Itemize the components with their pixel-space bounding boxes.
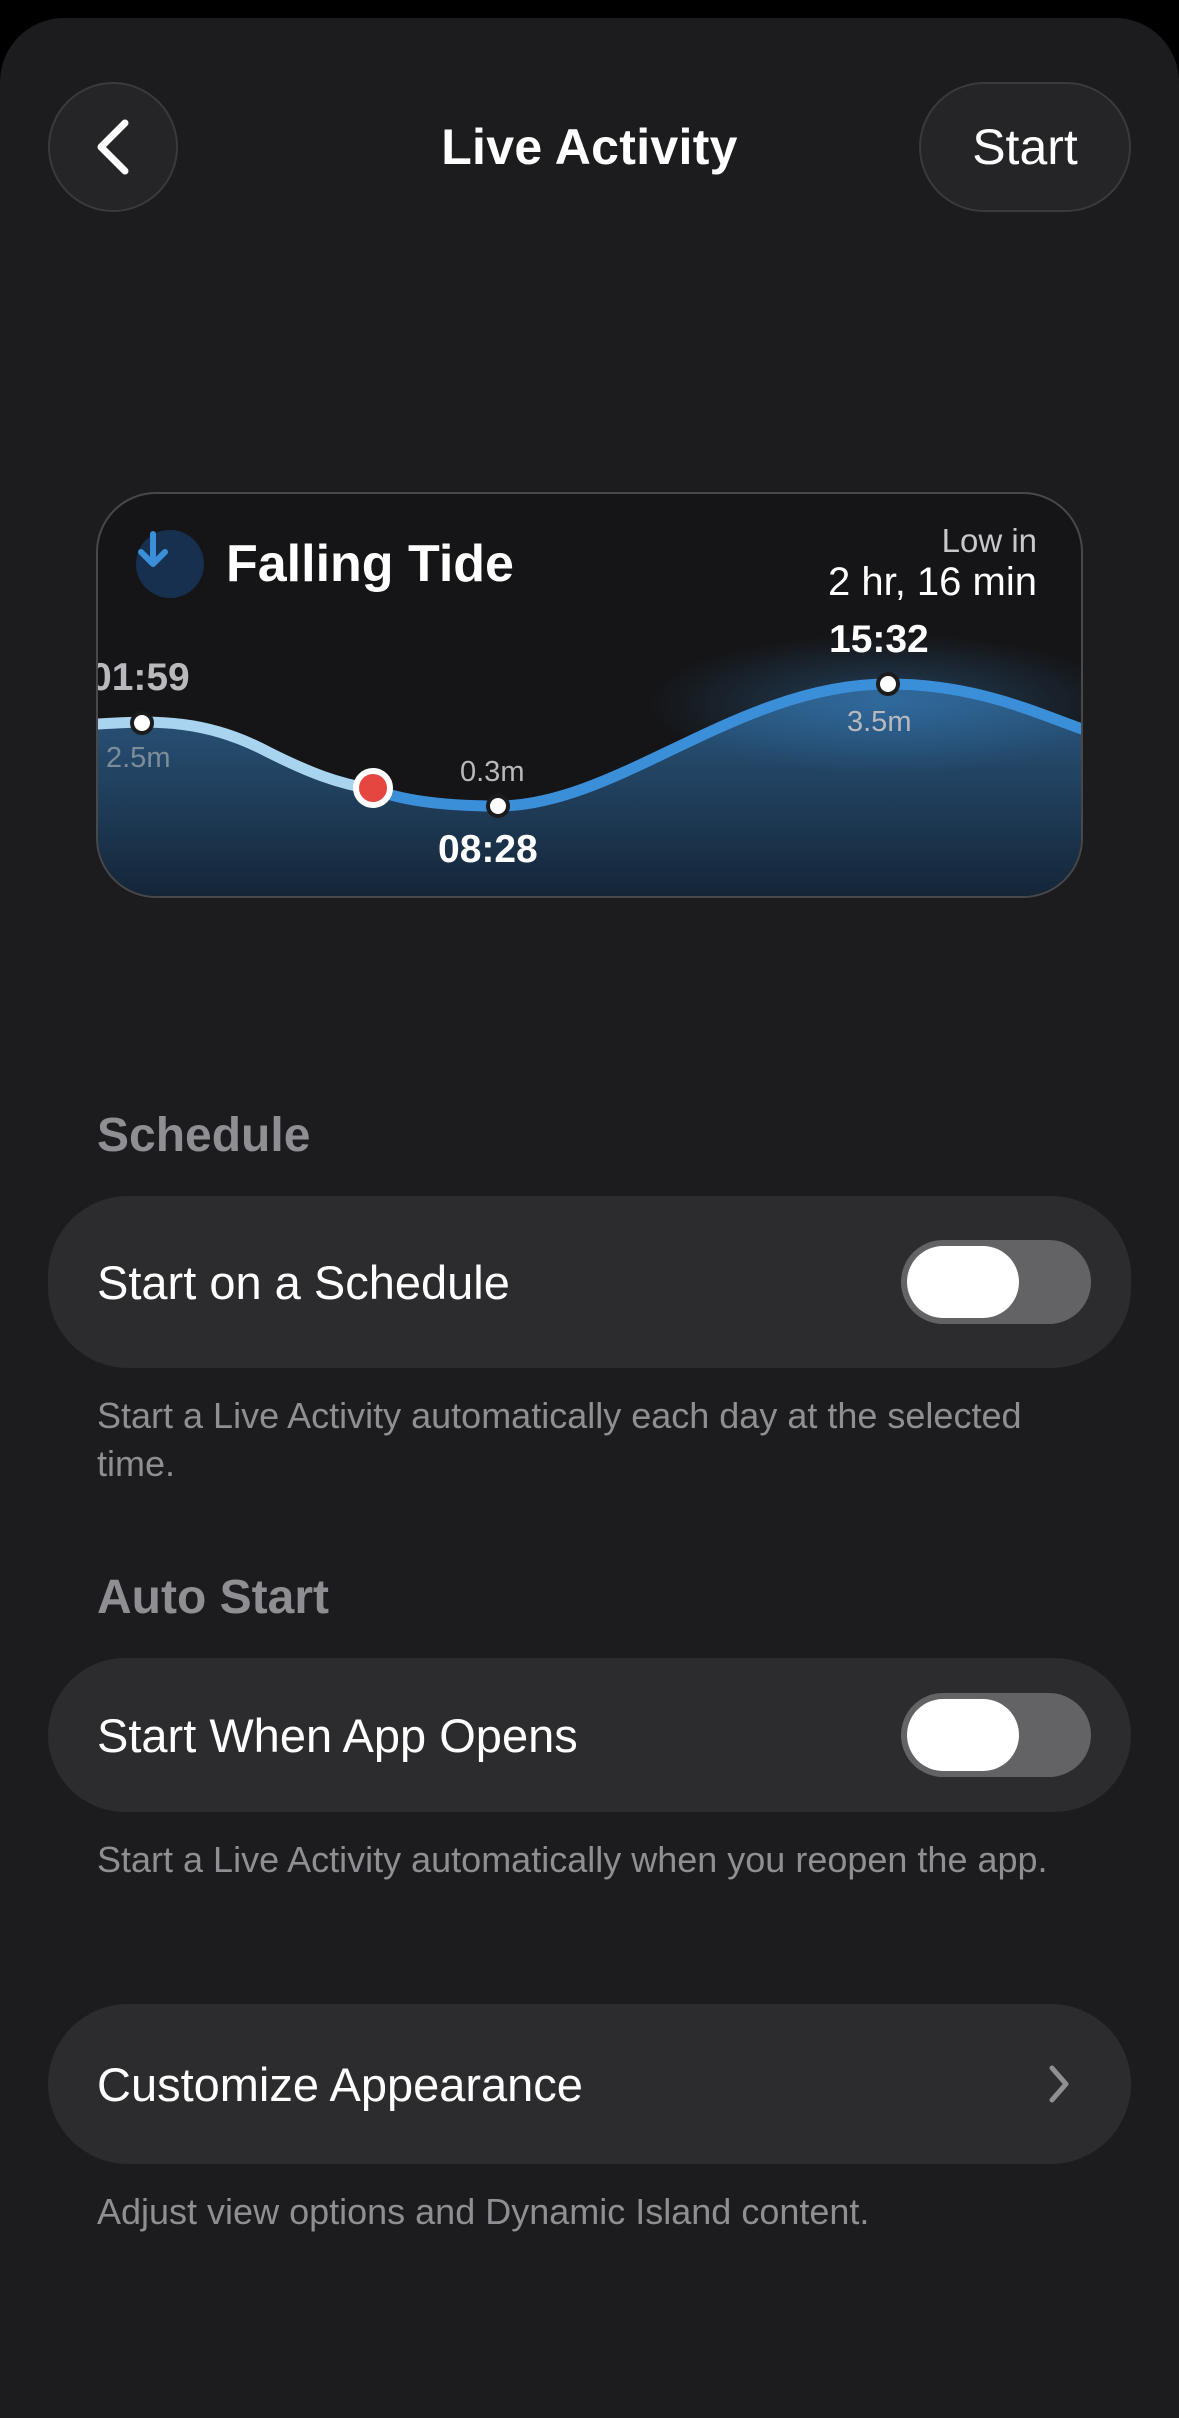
customize-appearance-row[interactable]: Customize Appearance [48, 2004, 1131, 2164]
low-point-dot [486, 794, 510, 818]
live-activity-sheet: Live Activity Start Falling Tide Low in … [0, 18, 1179, 2418]
start-button[interactable]: Start [919, 82, 1131, 212]
arrow-down-icon [136, 530, 204, 598]
auto-start-footnote: Start a Live Activity automatically when… [97, 1839, 1048, 1880]
high-point-height: 3.5m [847, 706, 912, 738]
first-point-dot [130, 711, 154, 735]
chevron-right-icon [1039, 2064, 1079, 2104]
start-when-app-opens-row[interactable]: Start When App Opens [48, 1658, 1131, 1812]
customize-appearance-label: Customize Appearance [97, 2057, 583, 2111]
appearance-footnote: Adjust view options and Dynamic Island c… [97, 2191, 870, 2232]
start-on-schedule-toggle[interactable] [901, 1240, 1091, 1324]
first-point-time: 01:59 [96, 656, 190, 699]
current-position-marker [353, 768, 393, 808]
tide-widget-preview: Falling Tide Low in 2 hr, 16 min 01:59 2… [96, 492, 1083, 898]
toggle-knob [907, 1246, 1019, 1318]
tide-header: Falling Tide [136, 530, 514, 598]
toggle-knob [907, 1699, 1019, 1771]
schedule-footnote: Start a Live Activity automatically each… [97, 1395, 1022, 1484]
tide-state-title: Falling Tide [226, 535, 514, 593]
first-point-height: 2.5m [106, 742, 171, 774]
low-point-time: 08:28 [438, 828, 538, 871]
start-when-app-opens-toggle[interactable] [901, 1693, 1091, 1777]
auto-start-section-header: Auto Start [97, 1571, 329, 1624]
high-point-dot [876, 672, 900, 696]
low-point-height: 0.3m [460, 756, 525, 788]
low-in-label: Low in [941, 522, 1037, 559]
high-point-time: 15:32 [829, 618, 929, 661]
start-on-schedule-label: Start on a Schedule [97, 1255, 510, 1309]
low-in-value: 2 hr, 16 min [827, 560, 1037, 604]
start-when-app-opens-label: Start When App Opens [97, 1708, 578, 1762]
schedule-section-header: Schedule [97, 1109, 311, 1162]
start-on-schedule-row[interactable]: Start on a Schedule [48, 1196, 1131, 1368]
